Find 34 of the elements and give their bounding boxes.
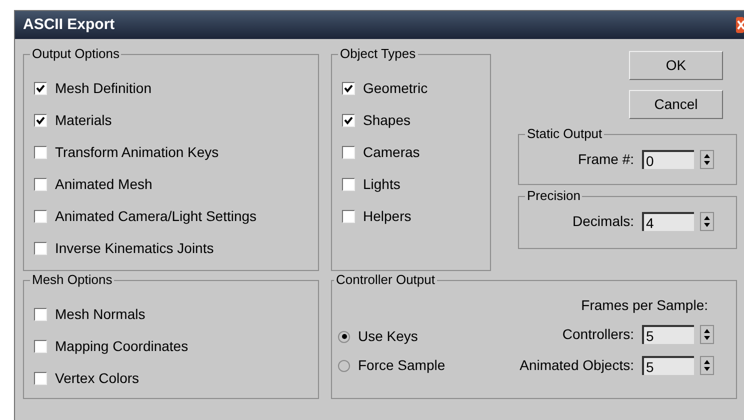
field-label: Decimals: — [572, 212, 634, 231]
group-title: Precision — [526, 189, 582, 203]
field-label: Controllers: — [562, 325, 634, 344]
checkbox-label: Vertex Colors — [55, 369, 140, 388]
group-title: Object Types — [339, 47, 417, 61]
group-title: Controller Output — [335, 273, 436, 287]
checkbox-label: Mesh Normals — [55, 305, 146, 324]
checkbox-label: Helpers — [363, 207, 412, 226]
number-field[interactable]: 0 — [642, 150, 694, 169]
number-field[interactable]: 5 — [642, 356, 694, 375]
checkbox-label: Lights — [363, 175, 400, 194]
number-field[interactable]: 5 — [642, 325, 694, 344]
dialog-button[interactable]: OK — [629, 51, 723, 80]
checkbox-label: Mapping Coordinates — [55, 337, 188, 356]
group-title: Output Options — [31, 47, 120, 61]
checkbox-label: Animated Camera/Light Settings — [55, 207, 257, 226]
field-label: Animated Objects: — [520, 356, 634, 375]
caption: Frames per Sample: — [581, 296, 708, 314]
window-title: ASCII Export — [23, 14, 115, 35]
checkbox-label: Materials — [55, 111, 112, 130]
field-label: Frame #: — [578, 150, 634, 169]
checkbox-label: Mesh Definition — [55, 79, 152, 98]
group-title: Mesh Options — [31, 273, 114, 287]
radio-label: Force Sample — [358, 356, 446, 375]
checkbox-label: Cameras — [363, 143, 420, 162]
checkbox-label: Animated Mesh — [55, 175, 152, 194]
checkbox-label: Geometric — [363, 79, 428, 98]
checkbox-label: Inverse Kinematics Joints — [55, 239, 214, 258]
checkbox-label: Transform Animation Keys — [55, 143, 219, 162]
group-title: Static Output — [526, 127, 604, 141]
checkbox-label: Shapes — [363, 111, 410, 130]
dialog-button[interactable]: Cancel — [629, 90, 723, 119]
radio-label: Use Keys — [358, 327, 418, 346]
number-field[interactable]: 4 — [642, 212, 694, 231]
